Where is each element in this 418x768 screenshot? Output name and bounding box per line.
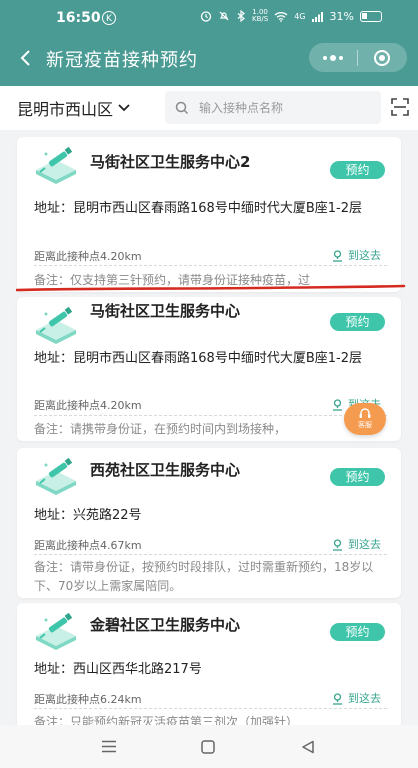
signal-label: 4G	[294, 11, 306, 21]
search-icon	[175, 101, 189, 114]
customer-service-button[interactable]: 客服	[344, 403, 386, 435]
reserve-button[interactable]: 预约	[330, 468, 385, 486]
reserve-button[interactable]: 预约	[330, 313, 385, 331]
network-speed-unit: KB/S	[252, 15, 269, 23]
wifi-icon	[274, 11, 288, 22]
site-note: 备注：请携带身份证，在预约时间内到场接种，	[34, 422, 287, 436]
navigate-link[interactable]: 到这去	[331, 247, 381, 263]
bluetooth-icon	[237, 10, 245, 22]
mute-icon	[219, 11, 229, 21]
network-speed: 1.00 KB/S	[252, 9, 268, 23]
site-address: 地址：兴苑路22号	[34, 508, 142, 523]
navigate-label: 到这去	[348, 538, 381, 551]
signal-icon	[311, 11, 323, 22]
navigate-link[interactable]: 到这去	[331, 690, 381, 706]
battery-icon	[359, 10, 382, 22]
navigate-label: 到这去	[348, 692, 381, 705]
site-name: 马街社区卫生服务中心2	[90, 153, 251, 171]
site-note: 备注：请带身份证，按预约时段排队，过时需重新预约，18岁以下、70岁以上需家属陪…	[34, 560, 374, 593]
header: 16:50 K 1.00 KB/S 4G 31% 新冠疫苗接种预约	[0, 0, 418, 86]
site-address: 地址：昆明市西山区春雨路168号中缅时代大厦B座1-2层	[34, 201, 362, 216]
filter-bar: 昆明市西山区	[0, 86, 418, 130]
site-distance: 距离此接种点6.24km	[34, 693, 142, 706]
search-input[interactable]	[197, 99, 371, 116]
vaccine-logo-icon	[36, 612, 76, 650]
site-address: 地址：昆明市西山区春雨路168号中缅时代大厦B座1-2层	[34, 351, 362, 366]
home-icon[interactable]	[201, 740, 215, 754]
status-bar: 16:50 K 1.00 KB/S 4G 31%	[0, 0, 418, 38]
chevron-down-icon	[118, 104, 130, 112]
site-card[interactable]: 金碧社区卫生服务中心 预约 地址：西山区西华北路217号 距离此接种点6.24k…	[17, 603, 401, 733]
back-nav-icon[interactable]	[301, 740, 315, 754]
district-label: 昆明市西山区	[17, 100, 114, 119]
reserve-button[interactable]: 预约	[330, 161, 385, 179]
status-time: 16:50	[56, 10, 101, 26]
site-address: 地址：西山区西华北路217号	[34, 662, 202, 677]
navigate-link[interactable]: 到这去	[331, 536, 381, 552]
status-icons: 1.00 KB/S 4G 31%	[200, 9, 382, 23]
site-card[interactable]: 西苑社区卫生服务中心 预约 地址：兴苑路22号 距离此接种点4.67km 到这去…	[17, 448, 401, 598]
site-name: 金碧社区卫生服务中心	[90, 616, 241, 634]
card-divider	[34, 265, 387, 266]
location-icon	[333, 538, 342, 551]
mini-program-capsule	[309, 43, 407, 72]
site-distance: 距离此接种点4.20km	[34, 250, 142, 263]
battery-percent: 31%	[329, 9, 354, 23]
vaccine-logo-icon	[36, 457, 76, 495]
scan-icon[interactable]	[391, 98, 409, 116]
navigate-label: 到这去	[348, 249, 381, 262]
service-label: 客服	[358, 421, 372, 429]
card-divider	[34, 708, 387, 709]
card-divider	[34, 415, 387, 416]
nav-bar: 新冠疫苗接种预约	[0, 38, 418, 86]
alarm-icon	[200, 11, 212, 22]
system-nav-bar	[0, 725, 418, 768]
vaccine-logo-icon	[36, 146, 76, 184]
reserve-button[interactable]: 预约	[330, 623, 385, 641]
site-distance: 距离此接种点4.67km	[34, 539, 142, 552]
page-title: 新冠疫苗接种预约	[46, 50, 198, 71]
location-icon	[333, 692, 342, 705]
menu-icon[interactable]	[101, 740, 117, 753]
back-icon[interactable]	[14, 46, 38, 70]
annotation-underline	[16, 284, 406, 292]
more-icon[interactable]	[309, 54, 357, 61]
close-icon[interactable]	[358, 49, 406, 66]
site-name: 西苑社区卫生服务中心	[90, 461, 241, 479]
status-badge: K	[102, 11, 116, 25]
site-card[interactable]: 马街社区卫生服务中心2 预约 地址：昆明市西山区春雨路168号中缅时代大厦B座1…	[17, 137, 401, 292]
location-icon	[333, 398, 342, 411]
site-name: 马街社区卫生服务中心	[90, 302, 241, 320]
district-selector[interactable]: 昆明市西山区	[17, 96, 131, 120]
site-distance: 距离此接种点4.20km	[34, 399, 142, 412]
vaccine-logo-icon	[36, 306, 76, 344]
service-icon	[359, 408, 371, 418]
card-divider	[34, 554, 387, 555]
search-box	[165, 91, 381, 124]
location-icon	[333, 249, 342, 262]
